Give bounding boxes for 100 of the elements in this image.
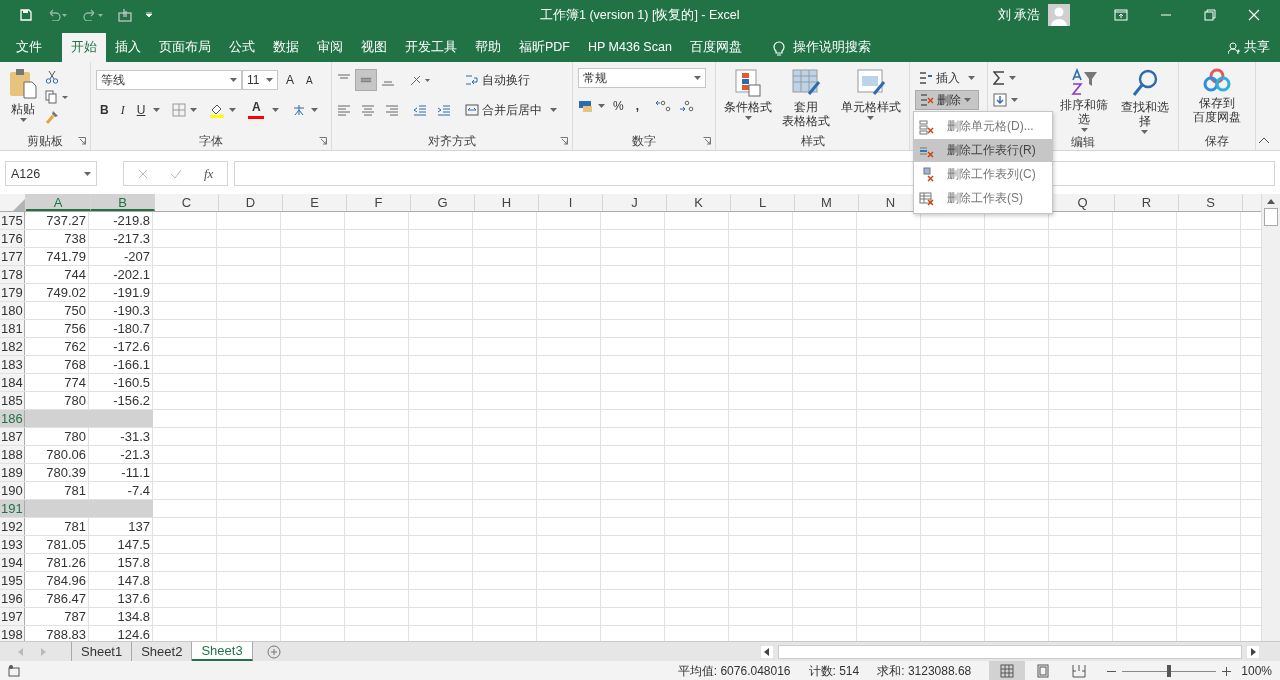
- row-header[interactable]: 192: [0, 518, 25, 535]
- column-header[interactable]: J: [603, 194, 667, 211]
- dialog-launcher-icon[interactable]: [703, 137, 711, 145]
- macro-record-icon[interactable]: [8, 665, 20, 677]
- underline-button[interactable]: U: [132, 101, 150, 119]
- row-header[interactable]: 187: [0, 428, 25, 445]
- dropdown-icon[interactable]: [867, 116, 875, 120]
- dropdown-icon[interactable]: [964, 98, 971, 102]
- conditional-formatting-button[interactable]: 条件格式: [721, 68, 776, 132]
- zoom-level[interactable]: 100%: [1241, 664, 1272, 678]
- vertical-scrollbar[interactable]: [1261, 194, 1280, 641]
- dropdown-icon[interactable]: [744, 116, 752, 120]
- scroll-right-icon[interactable]: [1246, 644, 1260, 659]
- column-header[interactable]: E: [283, 194, 347, 211]
- paste-button[interactable]: 粘贴: [5, 68, 41, 132]
- cut-icon[interactable]: [45, 70, 59, 84]
- decrease-decimal-icon[interactable]: [679, 99, 695, 113]
- row-header[interactable]: 182: [0, 338, 25, 355]
- row-header[interactable]: 193: [0, 536, 25, 553]
- row-header[interactable]: 179: [0, 284, 25, 301]
- row-header[interactable]: 194: [0, 554, 25, 571]
- fill-icon[interactable]: [993, 93, 1007, 107]
- bold-button[interactable]: B: [96, 101, 113, 119]
- menu-item[interactable]: 删除工作表行(R): [914, 139, 1052, 162]
- zoom-slider-thumb[interactable]: [1167, 665, 1172, 677]
- sort-filter-button[interactable]: 排序和筛选: [1055, 68, 1113, 134]
- increase-indent-icon[interactable]: [437, 103, 451, 117]
- add-sheet-icon[interactable]: [266, 644, 281, 659]
- ribbon-tab[interactable]: 福昕PDF: [510, 33, 579, 62]
- selected-cell[interactable]: [25, 410, 89, 427]
- row-header[interactable]: 183: [0, 356, 25, 373]
- dropdown-icon[interactable]: [1011, 98, 1018, 102]
- dropdown-icon[interactable]: [266, 78, 273, 82]
- dropdown-icon[interactable]: [190, 108, 198, 112]
- column-header[interactable]: H: [475, 194, 539, 211]
- dropdown-icon[interactable]: [153, 108, 161, 112]
- dropdown-icon[interactable]: [598, 104, 605, 108]
- dialog-launcher-icon[interactable]: [560, 137, 568, 145]
- ribbon-tab[interactable]: 数据: [264, 33, 308, 62]
- column-header[interactable]: C: [155, 194, 219, 211]
- menu-item[interactable]: 删除工作表列(C): [914, 163, 1052, 186]
- ribbon-tab[interactable]: 帮助: [466, 33, 510, 62]
- dialog-launcher-icon[interactable]: [319, 137, 327, 145]
- row-header[interactable]: 189: [0, 464, 25, 481]
- row-header[interactable]: 178: [0, 266, 25, 283]
- row-header[interactable]: 197: [0, 608, 25, 625]
- shrink-font-button[interactable]: A: [302, 72, 317, 88]
- customize-icon[interactable]: [146, 12, 152, 18]
- ribbon-tab[interactable]: 公式: [220, 33, 264, 62]
- column-header[interactable]: D: [219, 194, 283, 211]
- share-button[interactable]: 共享: [1244, 39, 1270, 56]
- row-header[interactable]: 181: [0, 320, 25, 337]
- dropdown-icon[interactable]: [1080, 128, 1088, 132]
- delete-button[interactable]: 删除: [915, 90, 979, 110]
- row-header[interactable]: 186: [0, 410, 25, 427]
- row-header[interactable]: 177: [0, 248, 25, 265]
- format-as-table-button[interactable]: 套用 表格格式: [779, 68, 834, 132]
- name-box[interactable]: A126: [5, 161, 97, 186]
- row-header[interactable]: 175: [0, 212, 25, 229]
- column-header[interactable]: B: [91, 194, 155, 211]
- insert-button[interactable]: 插入: [915, 68, 964, 88]
- scroll-left-icon[interactable]: [760, 644, 774, 659]
- dropdown-icon[interactable]: [230, 78, 237, 82]
- collapse-ribbon-icon[interactable]: [1258, 137, 1270, 144]
- decrease-indent-icon[interactable]: [413, 103, 427, 117]
- row-header[interactable]: 185: [0, 392, 25, 409]
- row-header[interactable]: 180: [0, 302, 25, 319]
- row-header[interactable]: 184: [0, 374, 25, 391]
- save-to-cloud-button[interactable]: 保存到 百度网盘: [1190, 68, 1244, 132]
- format-painter-icon[interactable]: [45, 110, 59, 124]
- close-icon[interactable]: [1248, 9, 1260, 21]
- number-format-field[interactable]: 常规: [578, 68, 706, 88]
- fill-color-icon[interactable]: [209, 102, 226, 118]
- lightbulb-icon[interactable]: [772, 39, 785, 56]
- insert-function-button[interactable]: fx: [204, 165, 214, 182]
- scroll-thumb[interactable]: [1264, 208, 1278, 226]
- selected-cell[interactable]: [25, 500, 89, 517]
- cell-styles-button[interactable]: 单元格样式: [837, 68, 904, 132]
- font-name-field[interactable]: 等线: [96, 70, 242, 90]
- ribbon-tab[interactable]: 插入: [106, 33, 150, 62]
- dropdown-icon[interactable]: [272, 108, 280, 112]
- copy-icon[interactable]: [45, 90, 69, 104]
- person-icon[interactable]: [1228, 41, 1240, 54]
- row-header[interactable]: 191: [0, 500, 25, 517]
- column-header[interactable]: K: [667, 194, 731, 211]
- column-header[interactable]: I: [539, 194, 603, 211]
- dropdown-icon[interactable]: [968, 76, 975, 80]
- column-header[interactable]: A: [26, 194, 91, 211]
- save-icon[interactable]: [20, 9, 32, 21]
- touch-mode-icon[interactable]: [118, 8, 132, 22]
- wrap-text-button[interactable]: 自动换行: [461, 68, 557, 92]
- currency-icon[interactable]: [578, 99, 594, 113]
- font-color-button[interactable]: A: [244, 99, 269, 121]
- tell-me-field[interactable]: 操作说明搜索: [792, 39, 871, 56]
- column-header[interactable]: G: [411, 194, 475, 211]
- restore-icon[interactable]: [1204, 9, 1216, 21]
- ribbon-tab[interactable]: 开始: [62, 33, 106, 62]
- row-header[interactable]: 188: [0, 446, 25, 463]
- ribbon-tab[interactable]: 开发工具: [396, 33, 466, 62]
- align-middle-button[interactable]: [355, 69, 377, 91]
